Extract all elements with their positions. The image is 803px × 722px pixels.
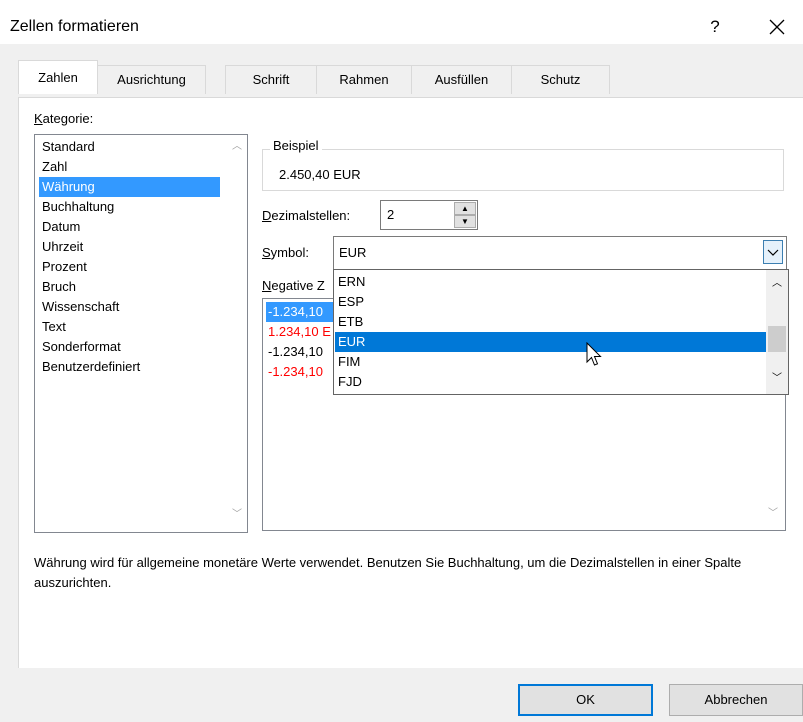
list-item[interactable]: Prozent bbox=[39, 257, 220, 277]
list-item[interactable]: Wissenschaft bbox=[39, 297, 220, 317]
title-bar: Zellen formatieren ? bbox=[0, 0, 803, 44]
symbol-label: Symbol: bbox=[262, 245, 309, 260]
tab-schutz[interactable]: Schutz bbox=[511, 65, 610, 94]
symbol-dropdown-list[interactable]: ERN ESP ETB EUR FIM FJD ︿ ﹀ bbox=[333, 269, 789, 395]
kategorie-label: Kategorie: bbox=[34, 111, 94, 126]
list-item[interactable]: 1.234,10 E bbox=[266, 322, 331, 342]
kategorie-scrollbar[interactable]: ︿ ﹀ bbox=[227, 135, 247, 532]
scroll-thumb[interactable] bbox=[768, 326, 786, 352]
list-item[interactable]: Benutzerdefiniert bbox=[39, 357, 220, 377]
cancel-button[interactable]: Abbrechen bbox=[669, 684, 803, 716]
list-item-selected[interactable]: EUR bbox=[335, 332, 766, 352]
symbol-value: EUR bbox=[339, 245, 367, 260]
dialog-title: Zellen formatieren bbox=[10, 18, 139, 35]
scroll-down-icon[interactable]: ﹀ bbox=[232, 510, 242, 520]
scroll-up-icon[interactable]: ︿ bbox=[232, 142, 242, 152]
symbol-dropdown-button[interactable] bbox=[763, 240, 783, 264]
ok-button[interactable]: OK bbox=[518, 684, 653, 716]
dezimalstellen-label-rest: ezimalstellen: bbox=[271, 208, 351, 223]
tab-ausfuellen[interactable]: Ausfüllen bbox=[411, 65, 512, 94]
scroll-up-icon[interactable]: ︿ bbox=[772, 279, 782, 289]
list-item[interactable]: Uhrzeit bbox=[39, 237, 220, 257]
beispiel-value: 2.450,40 EUR bbox=[279, 167, 361, 182]
list-item[interactable]: -1.234,10 bbox=[266, 362, 323, 382]
list-item[interactable]: Zahl bbox=[39, 157, 220, 177]
scroll-down-icon[interactable]: ﹀ bbox=[768, 509, 778, 519]
negative-label: Negative Z bbox=[262, 278, 325, 293]
list-item-selected[interactable]: -1.234,10 bbox=[266, 302, 338, 322]
close-icon bbox=[769, 19, 785, 35]
tab-ausrichtung[interactable]: Ausrichtung bbox=[97, 65, 206, 94]
description-text: Währung wird für allgemeine monetäre Wer… bbox=[34, 555, 742, 590]
list-item[interactable]: Datum bbox=[39, 217, 220, 237]
negative-label-rest: egative Z bbox=[271, 278, 325, 293]
scroll-down-icon[interactable]: ﹀ bbox=[772, 374, 782, 384]
stepper-down-icon[interactable]: ▼ bbox=[454, 215, 476, 228]
stepper-buttons: ▲ ▼ bbox=[454, 202, 476, 228]
stepper-up-icon[interactable]: ▲ bbox=[454, 202, 476, 215]
format-cells-dialog: Zellen formatieren ? Zahlen Ausrichtung … bbox=[0, 0, 803, 722]
help-button[interactable]: ? bbox=[703, 15, 727, 39]
list-item[interactable]: Text bbox=[39, 317, 220, 337]
list-item[interactable]: Standard bbox=[39, 137, 220, 157]
list-item[interactable]: Bruch bbox=[39, 277, 220, 297]
beispiel-label: Beispiel bbox=[270, 138, 322, 153]
dropdown-scrollbar[interactable]: ︿ ﹀ bbox=[766, 270, 788, 394]
mouse-cursor-icon bbox=[585, 341, 605, 370]
tab-rahmen[interactable]: Rahmen bbox=[316, 65, 412, 94]
close-button[interactable] bbox=[764, 14, 790, 40]
list-item[interactable]: Buchhaltung bbox=[39, 197, 220, 217]
dezimalstellen-label: Dezimalstellen: bbox=[262, 208, 351, 223]
list-item[interactable]: Sonderformat bbox=[39, 337, 220, 357]
dezimalstellen-value: 2 bbox=[387, 207, 395, 222]
tab-schrift[interactable]: Schrift bbox=[225, 65, 317, 94]
symbol-select[interactable]: EUR bbox=[333, 236, 787, 270]
list-item[interactable]: ETB bbox=[335, 312, 766, 332]
kategorie-listbox[interactable]: Standard Zahl Währung Buchhaltung Datum … bbox=[34, 134, 248, 533]
dezimalstellen-stepper[interactable]: 2 ▲ ▼ bbox=[380, 200, 478, 230]
list-item[interactable]: ESP bbox=[335, 292, 766, 312]
tab-zahlen[interactable]: Zahlen bbox=[18, 60, 98, 94]
list-item[interactable]: ERN bbox=[335, 272, 766, 292]
list-item-selected[interactable]: Währung bbox=[39, 177, 220, 197]
chevron-down-icon bbox=[767, 249, 779, 256]
list-item[interactable]: FIM bbox=[335, 352, 766, 372]
list-item[interactable]: -1.234,10 bbox=[266, 342, 323, 362]
kategorie-label-rest: ategorie: bbox=[42, 111, 94, 126]
list-item[interactable]: FJD bbox=[335, 372, 766, 392]
symbol-label-rest: ymbol: bbox=[270, 245, 309, 260]
